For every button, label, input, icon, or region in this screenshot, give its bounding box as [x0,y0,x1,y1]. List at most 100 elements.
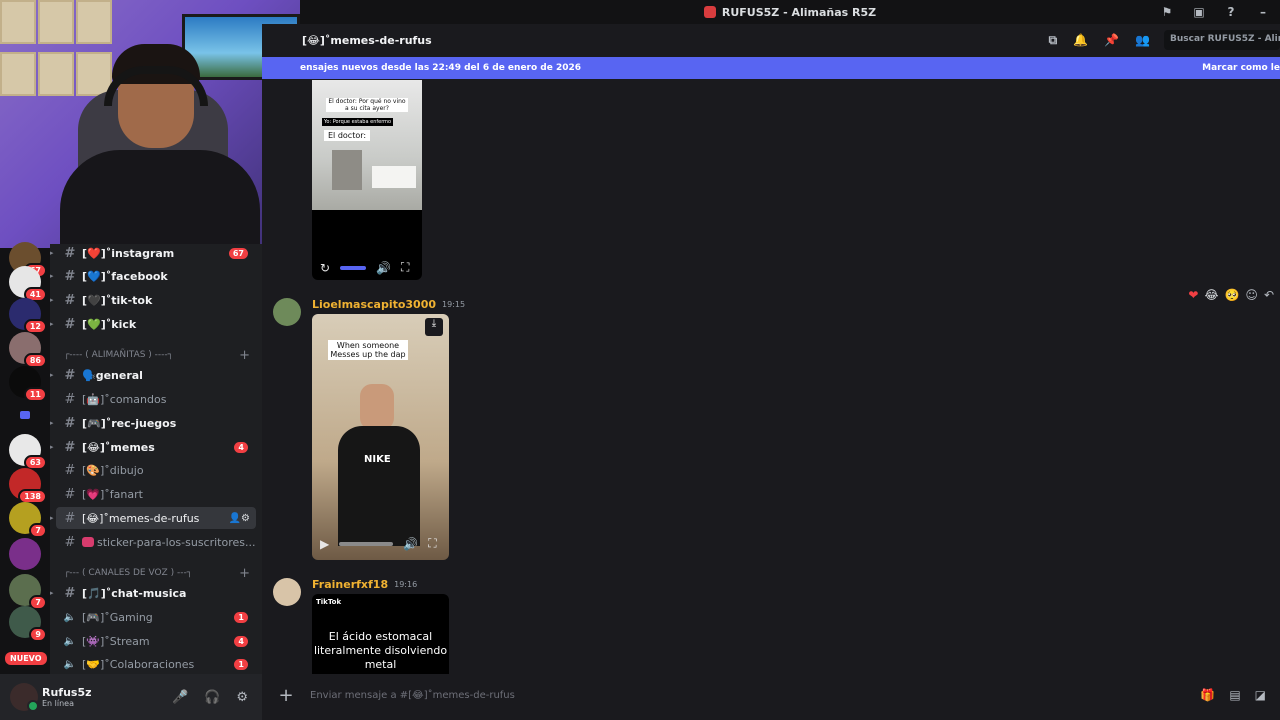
speaker-icon: 🔈 [63,611,77,623]
volume-slider[interactable] [340,265,367,270]
avatar[interactable] [10,683,39,712]
add-channel-icon[interactable]: + [239,348,250,363]
server-icon[interactable]: 7 [9,502,47,538]
video-controls: ↻ 🔊 ⛶ [312,260,422,275]
message-timestamp: 19:16 [394,580,418,589]
voice-channel-stream[interactable]: 🔈 [👾]˚Stream 4 [56,630,256,652]
server-rail: 67 41 12 86 11 63 138 7 7 9 [0,242,50,720]
user-panel: Rufus5z En línea 🎤 🎧 ⚙ [0,674,262,720]
server-icon[interactable]: 63 [9,434,47,470]
play-icon[interactable]: ▶ [320,537,329,551]
server-icon[interactable]: 12 [9,298,47,334]
channel-instagram[interactable]: ▸ # [❤️]˚instagram 67 [50,242,256,264]
channel-comandos[interactable]: # [🤖]˚comandos [56,388,256,410]
channel-tiktok[interactable]: ▸ # [🖤]˚tik-tok [50,289,256,311]
voice-channel-colaboraciones[interactable]: 🔈 [🤝]˚Colaboraciones 1 [56,653,256,675]
channel-memes-de-rufus[interactable]: ▸ # [😂]˚memes-de-rufus 👤⚙ [50,507,256,529]
channel-memes[interactable]: ▸ # [😂]˚memes 4 [50,436,256,458]
server-icon[interactable]: 9 [9,606,47,642]
window-title: RUFUS5Z - Alimañas R5Z [721,5,877,19]
mark-as-read-button[interactable]: Marcar como le [1202,63,1280,73]
server-icon[interactable]: 11 [9,366,47,402]
message-author[interactable]: Frainerfxf18 [312,578,388,591]
unread-badge: 67 [228,247,248,259]
message-input[interactable]: Enviar mensaje a #[😂]˚memes-de-rufus [310,690,515,701]
person-head [360,384,394,430]
minimize-icon[interactable]: – [1256,5,1270,19]
sticker-icon[interactable]: ◪ [1255,688,1266,702]
voice-channel-gaming[interactable]: 🔈 [🎮]˚Gaming 1 [56,606,256,628]
user-status: En línea [42,699,75,708]
unread-badge: 4 [234,441,248,453]
channel-chat-musica[interactable]: ▸ # [🎵]˚chat-musica [50,582,256,604]
server-badge: 9 [29,627,47,642]
message-composer: + Enviar mensaje a #[😂]˚memes-de-rufus 🎁… [262,678,1280,712]
laugh-reaction-icon[interactable]: 😂 [1204,288,1218,302]
members-icon[interactable]: 👥 [1135,33,1150,48]
message-header: Lioelmascapito3000 19:15 [312,298,465,311]
channel-kick[interactable]: ▸ # [💚]˚kick [50,313,256,335]
add-reaction-icon[interactable]: ☺ [1245,288,1258,302]
streamer-body [60,150,260,248]
gif-icon[interactable]: ▤ [1229,688,1240,702]
add-attachment-icon[interactable]: + [262,685,310,706]
pin-icon[interactable]: 📌 [1104,33,1119,48]
channel-rec-juegos[interactable]: ▸ # [🎮]˚rec-juegos [50,412,256,434]
channel-sticker[interactable]: # sticker-para-los-suscritores... [56,531,256,553]
avatar[interactable] [273,578,301,606]
gear-icon[interactable]: ⚙ [236,690,248,705]
server-icon[interactable]: 86 [9,332,47,368]
meme-caption: Yo: Porque estaba enfermo [322,118,394,126]
threads-icon[interactable]: ⧉ [1049,33,1058,48]
help-icon[interactable]: ? [1224,5,1238,19]
meme-caption: El doctor: Por qué no vino a su cita aye… [326,98,408,112]
meme-caption: El doctor: [324,130,371,141]
new-messages-bar[interactable]: ensajes nuevos desde las 22:49 del 6 de … [262,57,1280,79]
pleading-reaction-icon[interactable]: 🥺 [1224,288,1239,302]
reply-icon[interactable]: ↶ [1264,288,1274,302]
server-icon[interactable] [9,538,41,570]
server-icon[interactable]: 41 [9,266,47,302]
folder-icon[interactable] [20,411,30,419]
download-icon[interactable]: ⤓ [425,318,443,336]
gift-icon[interactable]: 🎁 [1200,688,1215,702]
avatar[interactable] [273,298,301,326]
wanted-poster [38,52,74,96]
heart-reaction-icon[interactable]: ❤ [1188,288,1198,302]
username[interactable]: Rufus5z [42,686,92,699]
wanted-poster [38,0,74,44]
category-canales-de-voz[interactable]: ┌--- ( CANALES DE VOZ ) ---┐ + [64,566,254,581]
video-attachment[interactable]: TikTok El ácido estomacal literalmente d… [312,594,449,674]
video-attachment[interactable]: ⤓ When someone Messes up the dap NIKE ▶ … [312,314,449,560]
video-attachment[interactable]: El doctor: Por qué no vino a su cita aye… [312,80,422,280]
channel-facebook[interactable]: ▸ # [💙]˚facebook [50,265,256,287]
hospital-bed [372,166,416,188]
fullscreen-icon[interactable]: ⛶ [401,260,409,275]
flag-icon[interactable]: ⚑ [1160,5,1174,19]
message-header: Frainerfxf18 19:16 [312,578,417,591]
volume-icon[interactable]: 🔊 [403,537,418,551]
inbox-icon[interactable]: ▣ [1192,5,1206,19]
server-icon[interactable]: 138 [9,468,47,504]
replay-icon[interactable]: ↻ [320,261,330,275]
channel-title: [😂]˚memes-de-rufus [302,33,432,47]
volume-icon[interactable]: 🔊 [376,261,391,275]
fullscreen-icon[interactable]: ⛶ [428,536,436,551]
add-channel-icon[interactable]: + [239,566,250,581]
search-input[interactable]: Buscar RUFUS5Z - Alimañ [1164,30,1280,50]
server-icon[interactable]: 7 [9,574,47,610]
meme-caption: When someone Messes up the dap [328,340,408,360]
server-badge: 7 [29,523,47,538]
bell-icon[interactable]: 🔔 [1073,33,1088,48]
wanted-poster [0,52,36,96]
microphone-icon[interactable]: 🎤 [172,690,188,705]
channel-settings-icon[interactable]: 👤⚙ [229,513,250,524]
category-alimanitas[interactable]: ┌---- ( ALIMAÑITAS ) ----┐ + [64,348,254,363]
channel-general[interactable]: ▸ # 🗣️general [50,364,256,386]
channel-dibujo[interactable]: # [🎨]˚dibujo [56,459,256,481]
progress-bar[interactable] [339,541,394,546]
channel-fanart[interactable]: # [💗]˚fanart [56,483,256,505]
message-author[interactable]: Lioelmascapito3000 [312,298,436,311]
headphones-icon[interactable]: 🎧 [204,690,220,705]
new-badge[interactable]: NUEVO [5,652,47,665]
